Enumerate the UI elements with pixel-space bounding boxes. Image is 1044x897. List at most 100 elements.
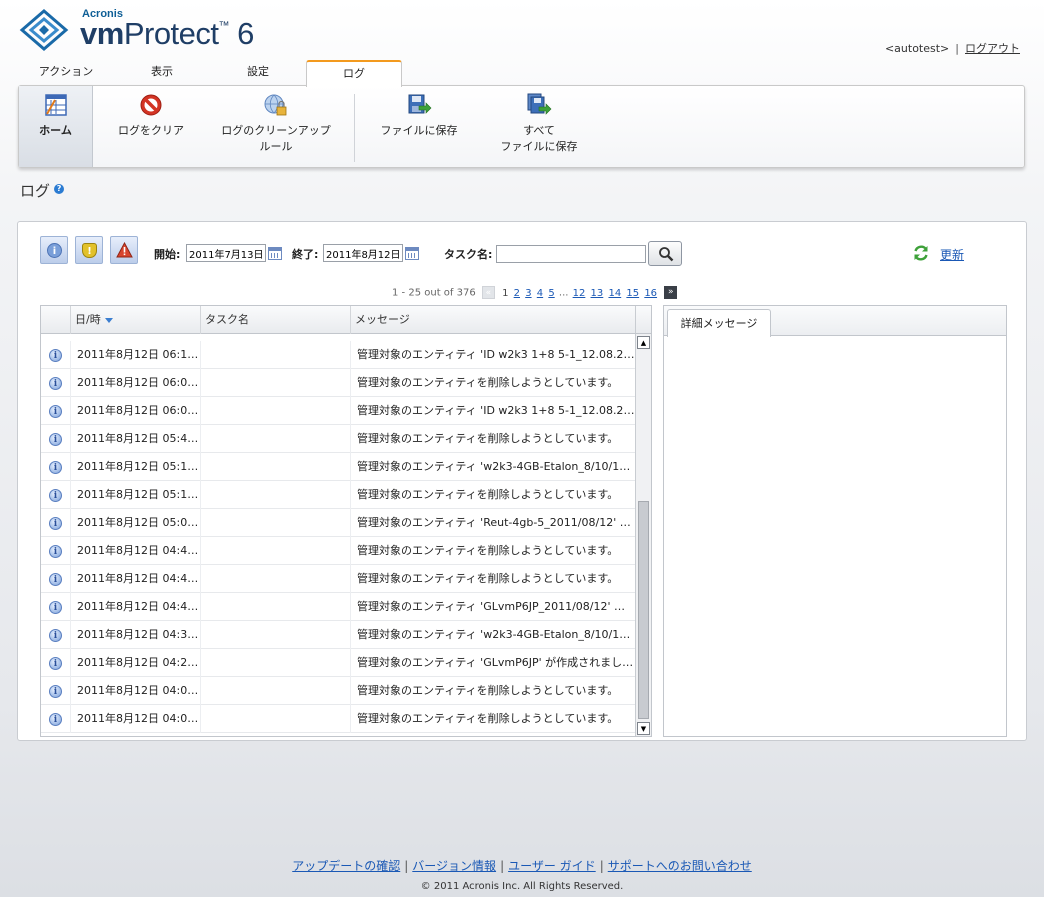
row-task-name [201,425,351,453]
save-file-button[interactable]: ファイルに保存 [371,92,467,138]
page-link[interactable]: 16 [644,288,657,299]
row-datetime: 2011年8月12日 06:11... [71,341,201,369]
scroll-down-icon[interactable]: ▼ [637,722,650,735]
refresh-link[interactable]: 更新 [914,245,964,263]
filter-warning-button[interactable]: ! [75,236,103,264]
row-datetime: 2011年8月12日 05:49... [71,425,201,453]
table-row[interactable]: i 2011年8月12日 06:00... 管理対象のエンティティ 'ID w2k3… [41,397,635,425]
col-icon [41,306,71,334]
row-message: 管理対象のエンティティを削除しようとしています。 [357,432,619,445]
start-calendar-icon[interactable] [268,247,282,260]
row-message: 管理対象のエンティティ 'GLvmP6JP_2011/08/12' が… [357,600,635,613]
home-button[interactable]: ホーム [19,86,93,167]
sort-desc-icon [104,317,113,323]
grid-scrollbar[interactable]: ▲ ▼ [635,334,651,736]
col-datetime[interactable]: 日/時 [71,306,201,334]
log-panel: i ! 開始: 終了: タスク名: 更新 1 - 25 out of 3 [17,221,1027,741]
page-link[interactable]: 3 [525,288,531,299]
help-icon[interactable]: ? [54,184,65,194]
col-task-name[interactable]: タスク名 [201,306,351,334]
row-task-name [201,593,351,621]
brand-product: vmProtect™ 6 [80,16,254,51]
row-task-name [201,453,351,481]
table-row[interactable]: i 2011年8月12日 05:15... 管理対象のエンティティ 'w2k3-4G… [41,453,635,481]
info-icon: i [49,488,62,502]
table-row[interactable]: i 2011年8月12日 06:02... 管理対象のエンティティを削除しようとして… [41,369,635,397]
pager-summary: 1 - 25 out of 376 [392,287,476,299]
row-task-name [201,677,351,705]
tab-view[interactable]: 表示 [114,60,210,86]
scroll-up-icon[interactable]: ▲ [637,336,650,349]
row-message: 管理対象のエンティティを削除しようとしています。 [357,572,619,585]
current-page: 1 [502,287,509,299]
tab-actions[interactable]: アクション [18,60,114,86]
footer-links: アップデートの確認 | バージョン情報 | ユーザー ガイド | サポートへのお問い合わせ [292,859,752,873]
row-message: 管理対象のエンティティを削除しようとしています。 [357,376,619,389]
page-link[interactable]: 4 [537,288,543,299]
page-link[interactable]: 15 [626,288,639,299]
row-datetime: 2011年8月12日 04:06... [71,677,201,705]
check-updates-link[interactable]: アップデートの確認 [292,859,400,873]
table-row[interactable]: i 2011年8月12日 04:23... 管理対象のエンティティ 'GLvmP6J… [41,649,635,677]
table-row[interactable]: i 2011年8月12日 04:46... 管理対象のエンティティを削除しようとして… [41,537,635,565]
row-severity: i [41,677,71,705]
clear-log-button[interactable]: ログをクリア [111,92,191,138]
row-message: 管理対象のエンティティを削除しようとしています。 [357,544,619,557]
filter-info-button[interactable]: i [40,236,68,264]
table-row[interactable]: i 2011年8月12日 04:40... 管理対象のエンティティ 'GLvmP6J… [41,593,635,621]
info-icon: i [49,544,62,558]
info-icon: i [49,516,62,530]
end-date-input[interactable] [323,244,403,262]
row-datetime: 2011年8月12日 05:02... [71,509,201,537]
tab-detail-message[interactable]: 詳細メッセージ [667,309,771,337]
table-row[interactable]: i 2011年8月12日 06:11... 管理対象のエンティティ 'ID w2k3… [41,341,635,369]
home-grid-icon [44,94,67,116]
home-label: ホーム [39,124,72,137]
table-row[interactable]: i 2011年8月12日 04:31... 管理対象のエンティティ 'w2k3-4G… [41,621,635,649]
logout-link[interactable]: ログアウト [965,42,1020,55]
row-datetime: 2011年8月12日 04:46... [71,537,201,565]
page-link[interactable]: 2 [514,288,520,299]
row-datetime: 2011年8月12日 06:00... [71,397,201,425]
row-task-name [201,621,351,649]
tab-settings[interactable]: 設定 [210,60,306,86]
table-row[interactable]: i 2011年8月12日 04:06... 管理対象のエンティティを削除しようとして… [41,677,635,705]
row-severity: i [41,593,71,621]
tab-log[interactable]: ログ [306,60,402,87]
row-task-name [201,649,351,677]
save-file-label: ファイルに保存 [380,124,458,137]
version-info-link[interactable]: バージョン情報 [412,859,496,873]
prev-page-icon[interactable]: « [481,286,495,299]
table-row[interactable]: i 2011年8月12日 04:40... 管理対象のエンティティを削除しようとして… [41,565,635,593]
user-guide-link[interactable]: ユーザー ガイド [508,859,596,873]
page-link[interactable]: 5 [548,288,554,299]
table-row[interactable]: i 2011年8月12日 04:04... 管理対象のエンティティを削除しようとして… [41,705,635,733]
row-severity: i [41,425,71,453]
task-name-input[interactable] [496,245,646,263]
table-row[interactable]: i 2011年8月12日 05:02... 管理対象のエンティティ 'Reut-4g… [41,509,635,537]
table-row[interactable]: i 2011年8月12日 05:49... 管理対象のエンティティを削除しようとして… [41,425,635,453]
filter-error-button[interactable] [110,236,138,264]
save-disk-icon [408,94,432,114]
row-task-name [201,369,351,397]
row-task-name [201,397,351,425]
next-page-icon[interactable]: » [664,286,678,299]
cleanup-rules-button[interactable]: ログのクリーンアップ ルール [211,92,341,154]
page-link[interactable]: 13 [591,288,604,299]
save-all-button[interactable]: すべて ファイルに保存 [489,92,589,154]
search-button[interactable] [648,241,682,266]
col-message[interactable]: メッセージ [351,306,635,334]
page-link[interactable]: 14 [608,288,621,299]
pagination: 1 - 25 out of 376 « 1 2 3 4 5 ... 12 13 … [392,286,680,299]
table-row[interactable]: i 2011年8月12日 05:11... 管理対象のエンティティを削除しようとして… [41,481,635,509]
info-icon: i [49,376,62,390]
row-severity: i [41,481,71,509]
end-calendar-icon[interactable] [405,247,419,260]
main-tabs: アクション 表示 設定 ログ [18,60,402,87]
row-datetime: 2011年8月12日 05:15... [71,453,201,481]
row-task-name [201,565,351,593]
support-contact-link[interactable]: サポートへのお問い合わせ [608,859,752,873]
scroll-thumb[interactable] [638,501,649,719]
page-link[interactable]: 12 [573,288,586,299]
start-date-input[interactable] [186,244,266,262]
